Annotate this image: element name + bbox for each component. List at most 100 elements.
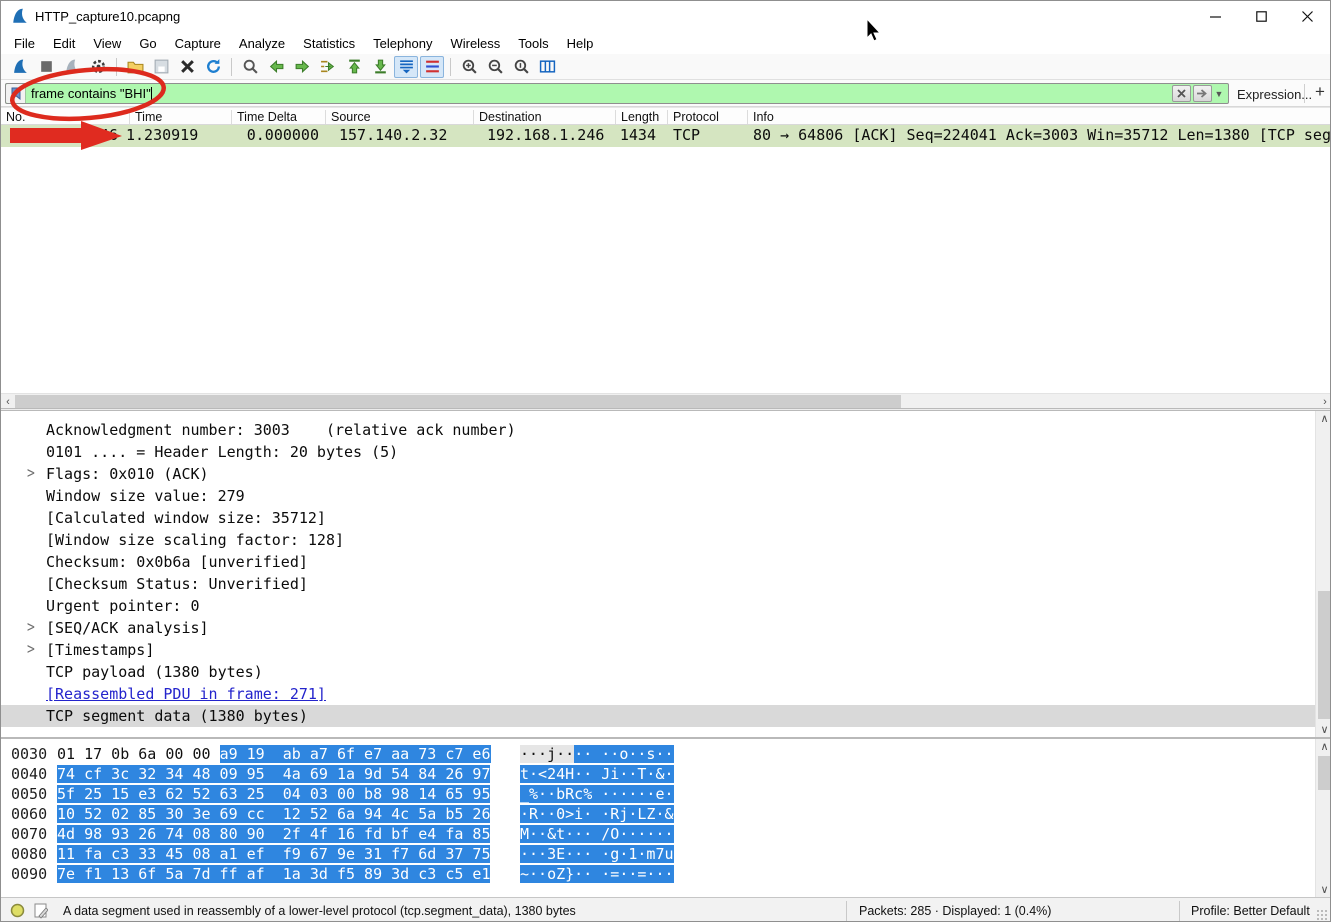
column-divider[interactable]: [747, 110, 748, 124]
hscroll-thumb[interactable]: [15, 395, 901, 408]
menu-tools[interactable]: Tools: [509, 34, 557, 53]
detail-line-selected[interactable]: TCP segment data (1380 bytes): [1, 705, 1315, 727]
column-divider[interactable]: [231, 110, 232, 124]
stop-capture-icon[interactable]: [34, 56, 58, 78]
hex-ascii[interactable]: t·<24H·· Ji··T·&·: [520, 764, 674, 784]
filter-bookmark-icon[interactable]: [6, 84, 26, 103]
scroll-left-icon[interactable]: ‹: [1, 394, 15, 409]
hex-ascii[interactable]: ···j···· ··o··s··: [520, 744, 674, 764]
menu-help[interactable]: Help: [558, 34, 603, 53]
menu-statistics[interactable]: Statistics: [294, 34, 364, 53]
detail-line[interactable]: >[SEQ/ACK analysis]: [1, 617, 1315, 639]
column-divider[interactable]: [667, 110, 668, 124]
hex-row[interactable]: 00907e f1 13 6f 5a 7d ff af 1a 3d f5 89 …: [1, 864, 1315, 884]
maximize-button[interactable]: [1238, 1, 1284, 32]
scroll-up-icon[interactable]: ∧: [1316, 411, 1331, 426]
details-vscrollbar[interactable]: ∧ ∨: [1315, 411, 1331, 737]
hex-bytes[interactable]: 4d 98 93 26 74 08 80 90 2f 4f 16 fd bf e…: [57, 824, 490, 844]
colorize-icon[interactable]: [420, 56, 444, 78]
zoom-in-icon[interactable]: [457, 56, 481, 78]
expander-chevron-icon[interactable]: >: [27, 460, 35, 488]
column-header-time-delta[interactable]: Time Delta: [237, 110, 297, 124]
menu-wireless[interactable]: Wireless: [441, 34, 509, 53]
column-divider[interactable]: [615, 110, 616, 124]
column-divider[interactable]: [129, 110, 130, 124]
column-header-destination[interactable]: Destination: [479, 110, 542, 124]
detail-line[interactable]: TCP payload (1380 bytes): [1, 661, 1315, 683]
menu-file[interactable]: File: [5, 34, 44, 53]
menu-telephony[interactable]: Telephony: [364, 34, 441, 53]
packet-list-hscrollbar[interactable]: ‹ ›: [1, 393, 1331, 408]
capture-options-icon[interactable]: [86, 56, 110, 78]
column-divider[interactable]: [325, 110, 326, 124]
go-bottom-icon[interactable]: [368, 56, 392, 78]
save-file-icon[interactable]: [149, 56, 173, 78]
scroll-up-icon[interactable]: ∧: [1316, 739, 1331, 754]
expert-info-icon[interactable]: [10, 903, 25, 918]
hex-ascii[interactable]: ···3E··· ·g·1·m7u: [520, 844, 674, 864]
menu-edit[interactable]: Edit: [44, 34, 84, 53]
hex-bytes[interactable]: 7e f1 13 6f 5a 7d ff af 1a 3d f5 89 3d c…: [57, 864, 490, 884]
detail-line[interactable]: 0101 .... = Header Length: 20 bytes (5): [1, 441, 1315, 463]
scroll-down-icon[interactable]: ∨: [1316, 882, 1331, 897]
resize-grip[interactable]: [1316, 909, 1328, 921]
detail-line[interactable]: >[Timestamps]: [1, 639, 1315, 661]
hex-row[interactable]: 00505f 25 15 e3 62 52 63 25 04 03 00 b8 …: [1, 784, 1315, 804]
filter-history-dropdown[interactable]: ▼: [1212, 85, 1226, 102]
packet-row[interactable]: 2461.2309190.000000157.140.2.32192.168.1…: [1, 125, 1330, 147]
hex-bytes[interactable]: 74 cf 3c 32 34 48 09 95 4a 69 1a 9d 54 8…: [57, 764, 490, 784]
restart-capture-icon[interactable]: [60, 56, 84, 78]
minimize-button[interactable]: [1192, 1, 1238, 32]
hex-vscrollbar[interactable]: ∧ ∨: [1315, 739, 1331, 897]
details-scroll-thumb[interactable]: [1318, 591, 1331, 719]
apply-filter-button[interactable]: [1193, 85, 1212, 102]
column-header-source[interactable]: Source: [331, 110, 371, 124]
hex-row[interactable]: 004074 cf 3c 32 34 48 09 95 4a 69 1a 9d …: [1, 764, 1315, 784]
detail-line-link[interactable]: [Reassembled PDU in frame: 271]: [1, 683, 1315, 705]
menu-go[interactable]: Go: [130, 34, 165, 53]
hex-bytes[interactable]: 5f 25 15 e3 62 52 63 25 04 03 00 b8 98 1…: [57, 784, 490, 804]
profile-text[interactable]: Profile: Better Default: [1191, 904, 1310, 918]
close-button[interactable]: [1284, 1, 1330, 32]
hex-ascii[interactable]: M··&t··· /O······: [520, 824, 674, 844]
detail-line[interactable]: [Checksum Status: Unverified]: [1, 573, 1315, 595]
hex-row[interactable]: 003001 17 0b 6a 00 00 a9 19 ab a7 6f e7 …: [1, 744, 1315, 764]
go-forward-icon[interactable]: [290, 56, 314, 78]
go-to-packet-icon[interactable]: [316, 56, 340, 78]
column-header-protocol[interactable]: Protocol: [673, 110, 719, 124]
capture-comment-icon[interactable]: [34, 903, 48, 919]
detail-line[interactable]: >Flags: 0x010 (ACK): [1, 463, 1315, 485]
close-file-icon[interactable]: [175, 56, 199, 78]
column-divider[interactable]: [473, 110, 474, 124]
resize-columns-icon[interactable]: [535, 56, 559, 78]
column-header-no[interactable]: No.: [6, 110, 25, 124]
expression-button[interactable]: Expression...: [1237, 87, 1312, 102]
expander-chevron-icon[interactable]: >: [27, 636, 35, 664]
column-header-time[interactable]: Time: [135, 110, 162, 124]
hex-row[interactable]: 008011 fa c3 33 45 08 a1 ef f9 67 9e 31 …: [1, 844, 1315, 864]
hex-ascii[interactable]: ~··oZ}·· ·=··=···: [520, 864, 674, 884]
hex-ascii[interactable]: _%··bRc% ······e·: [520, 784, 674, 804]
detail-line[interactable]: Window size value: 279: [1, 485, 1315, 507]
go-back-icon[interactable]: [264, 56, 288, 78]
hex-bytes[interactable]: 01 17 0b 6a 00 00 a9 19 ab a7 6f e7 aa 7…: [57, 744, 491, 764]
clear-filter-button[interactable]: [1172, 85, 1191, 102]
reload-icon[interactable]: [201, 56, 225, 78]
find-packet-icon[interactable]: [238, 56, 262, 78]
column-header-length[interactable]: Length: [621, 110, 659, 124]
hex-bytes[interactable]: 10 52 02 85 30 3e 69 cc 12 52 6a 94 4c 5…: [57, 804, 490, 824]
zoom-reset-icon[interactable]: [509, 56, 533, 78]
menu-analyze[interactable]: Analyze: [230, 34, 294, 53]
open-file-icon[interactable]: [123, 56, 147, 78]
detail-line[interactable]: Acknowledgment number: 3003 (relative ac…: [1, 419, 1315, 441]
start-capture-icon[interactable]: [8, 56, 32, 78]
detail-line[interactable]: Checksum: 0x0b6a [unverified]: [1, 551, 1315, 573]
detail-line[interactable]: Urgent pointer: 0: [1, 595, 1315, 617]
hex-row[interactable]: 006010 52 02 85 30 3e 69 cc 12 52 6a 94 …: [1, 804, 1315, 824]
hex-ascii[interactable]: ·R··0>i· ·Rj·LZ·&: [520, 804, 674, 824]
column-header-info[interactable]: Info: [753, 110, 774, 124]
auto-scroll-icon[interactable]: [394, 56, 418, 78]
menu-view[interactable]: View: [84, 34, 130, 53]
hex-bytes[interactable]: 11 fa c3 33 45 08 a1 ef f9 67 9e 31 f7 6…: [57, 844, 490, 864]
detail-line[interactable]: [Calculated window size: 35712]: [1, 507, 1315, 529]
